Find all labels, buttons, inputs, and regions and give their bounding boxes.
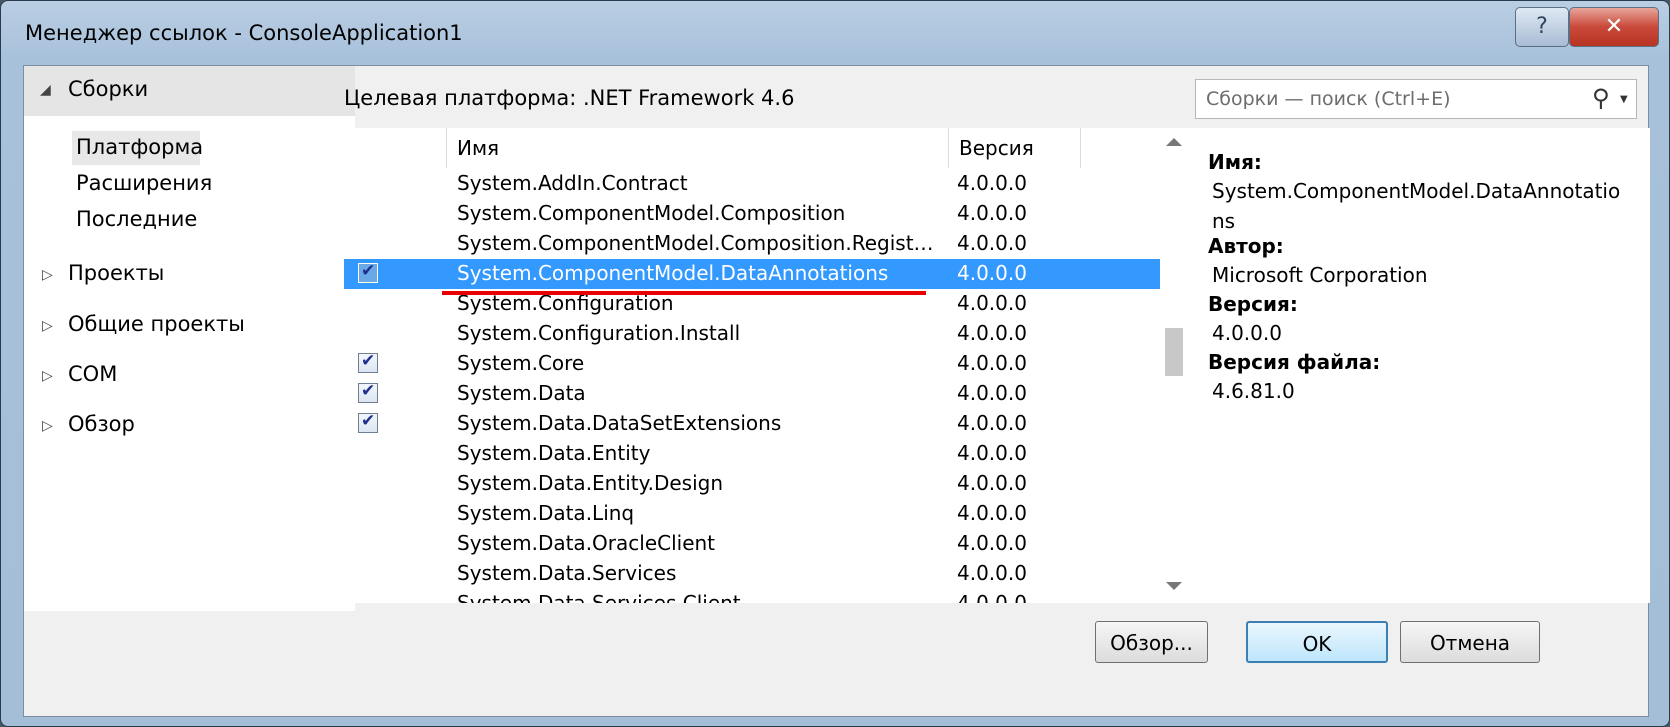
table-row[interactable]: System.Data.DataSetExtensions 4.0.0.0: [344, 409, 1160, 439]
table-row[interactable]: System.ComponentModel.Composition.Regist…: [344, 229, 1160, 259]
assembly-name: System.ComponentModel.DataAnnotations: [457, 261, 889, 285]
table-row[interactable]: System.Data.Services 4.0.0.0: [344, 559, 1160, 589]
assembly-version: 4.0.0.0: [957, 261, 1027, 285]
detail-name-label: Имя:: [1208, 150, 1262, 174]
collapsed-triangle-icon: ▷: [42, 418, 53, 434]
chevron-down-icon[interactable]: ▼: [1620, 94, 1628, 105]
assembly-version: 4.0.0.0: [957, 201, 1027, 225]
expanded-triangle-icon: ◢: [40, 82, 51, 98]
assembly-name: System.Data.Linq: [457, 501, 635, 525]
table-row[interactable]: System.Data.Services.Client 4.0.0.0: [344, 589, 1160, 603]
collapsed-triangle-icon: ▷: [42, 368, 53, 384]
assembly-list[interactable]: Имя Версия System.AddIn.Contract 4.0.0.0 S…: [344, 128, 1160, 603]
help-icon: ?: [1536, 14, 1548, 39]
table-row[interactable]: System.ComponentModel.DataAnnotations 4.0…: [344, 259, 1160, 289]
assembly-version: 4.0.0.0: [957, 441, 1027, 465]
checkbox[interactable]: [358, 411, 378, 433]
browse-button[interactable]: Обзор...: [1095, 621, 1208, 663]
scroll-up-icon[interactable]: [1166, 138, 1182, 146]
nav-browse[interactable]: Обзор: [68, 412, 135, 436]
assembly-name: System.Data.Entity.Design: [457, 471, 723, 495]
title-bar[interactable]: Менеджер ссылок - ConsoleApplication1 ? …: [1, 1, 1669, 63]
assembly-name: System.ComponentModel.Composition: [457, 201, 846, 225]
collapsed-triangle-icon: ▷: [42, 267, 53, 283]
table-row[interactable]: System.Configuration.Install 4.0.0.0: [344, 319, 1160, 349]
assembly-version: 4.0.0.0: [957, 531, 1027, 555]
close-icon: ✕: [1604, 14, 1624, 39]
window-title: Менеджер ссылок - ConsoleApplication1: [25, 21, 463, 45]
table-row[interactable]: System.Data.Entity 4.0.0.0: [344, 439, 1160, 469]
dialog-client-area: ◢ Сборки Платформа Расширения Последние …: [23, 65, 1650, 717]
assembly-name: System.ComponentModel.Composition.Regist…: [457, 231, 934, 255]
nav-sub-platform[interactable]: Платформа: [76, 135, 203, 159]
table-row[interactable]: System.Data.OracleClient 4.0.0.0: [344, 529, 1160, 559]
assembly-name: System.Data.DataSetExtensions: [457, 411, 782, 435]
table-row[interactable]: System.AddIn.Contract 4.0.0.0: [344, 169, 1160, 199]
table-row[interactable]: System.Data.Linq 4.0.0.0: [344, 499, 1160, 529]
vertical-scrollbar[interactable]: [1160, 128, 1188, 603]
assembly-version: 4.0.0.0: [957, 591, 1027, 603]
assembly-name: System.Data.Services.Client: [457, 591, 741, 603]
scroll-thumb[interactable]: [1165, 328, 1183, 376]
table-row[interactable]: System.Core 4.0.0.0: [344, 349, 1160, 379]
assembly-version: 4.0.0.0: [957, 411, 1027, 435]
assembly-version: 4.0.0.0: [957, 321, 1027, 345]
details-panel: Имя: System.ComponentModel.DataAnnotatio…: [1188, 128, 1650, 603]
assembly-version: 4.0.0.0: [957, 291, 1027, 315]
detail-file-version-label: Версия файла:: [1208, 350, 1381, 374]
assembly-name: System.Data.Services: [457, 561, 677, 585]
assembly-version: 4.0.0.0: [957, 501, 1027, 525]
ok-button[interactable]: OK: [1246, 621, 1388, 663]
detail-file-version-value: 4.6.81.0: [1212, 379, 1295, 403]
checkbox[interactable]: [358, 261, 378, 283]
red-underline-annotation: [442, 291, 926, 295]
help-button[interactable]: ?: [1515, 7, 1569, 47]
nav-sub-extensions[interactable]: Расширения: [76, 171, 212, 195]
detail-version-value: 4.0.0.0: [1212, 321, 1282, 345]
detail-name-value: System.ComponentModel.DataAnnotations: [1212, 179, 1621, 233]
assembly-version: 4.0.0.0: [957, 381, 1027, 405]
column-header-version[interactable]: Версия: [949, 128, 1081, 168]
detail-version-label: Версия:: [1208, 292, 1298, 316]
nav-assemblies[interactable]: ◢ Сборки: [24, 66, 355, 116]
checkbox[interactable]: [358, 351, 378, 373]
collapsed-triangle-icon: ▷: [42, 318, 53, 334]
nav-sub-recent[interactable]: Последние: [76, 207, 197, 231]
nav-assemblies-label: Сборки: [68, 77, 149, 101]
assembly-name: System.Data.OracleClient: [457, 531, 716, 555]
cancel-button[interactable]: Отмена: [1400, 621, 1540, 663]
reference-manager-window: Менеджер ссылок - ConsoleApplication1 ? …: [0, 0, 1670, 727]
assembly-name: System.Configuration.Install: [457, 321, 741, 345]
assembly-version: 4.0.0.0: [957, 231, 1027, 255]
detail-author-value: Microsoft Corporation: [1212, 263, 1428, 287]
close-button[interactable]: ✕: [1569, 7, 1659, 47]
column-header-blank: [1081, 128, 1160, 168]
assembly-name: System.AddIn.Contract: [457, 171, 688, 195]
table-row[interactable]: System.Data 4.0.0.0: [344, 379, 1160, 409]
checkbox[interactable]: [358, 381, 378, 403]
nav-shared-projects[interactable]: Общие проекты: [68, 312, 245, 336]
nav-com[interactable]: COM: [68, 362, 117, 386]
target-framework-label: Целевая платформа: .NET Framework 4.6: [344, 86, 795, 110]
search-box[interactable]: ⚲ ▼: [1195, 79, 1637, 119]
search-icon[interactable]: ⚲: [1592, 84, 1610, 112]
assembly-name: System.Data.Entity: [457, 441, 651, 465]
assembly-name: System.Core: [457, 351, 585, 375]
assembly-version: 4.0.0.0: [957, 351, 1027, 375]
detail-author-label: Автор:: [1208, 234, 1284, 258]
assembly-version: 4.0.0.0: [957, 171, 1027, 195]
scroll-down-icon[interactable]: [1166, 582, 1182, 590]
assembly-version: 4.0.0.0: [957, 561, 1027, 585]
column-header-name[interactable]: Имя: [447, 128, 949, 168]
assembly-version: 4.0.0.0: [957, 471, 1027, 495]
table-row[interactable]: System.Data.Entity.Design 4.0.0.0: [344, 469, 1160, 499]
search-input[interactable]: [1196, 80, 1586, 118]
assembly-name: System.Data: [457, 381, 586, 405]
column-header-check[interactable]: [344, 128, 447, 168]
nav-projects[interactable]: Проекты: [68, 261, 164, 285]
left-navigation: ◢ Сборки Платформа Расширения Последние …: [24, 66, 355, 611]
table-row[interactable]: System.ComponentModel.Composition 4.0.0.0: [344, 199, 1160, 229]
